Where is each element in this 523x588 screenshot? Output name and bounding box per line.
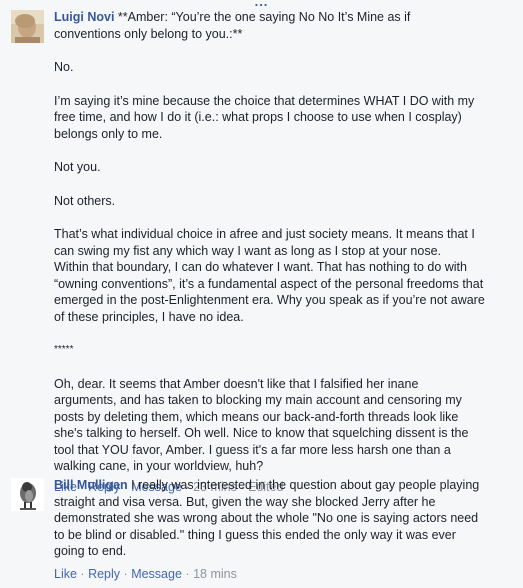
comment-paragraph: Oh, dear. It seems that Amber doesn't li…: [54, 376, 469, 474]
comment-paragraph: I’m saying it’s mine because the choice …: [54, 93, 475, 141]
avatar[interactable]: [11, 478, 44, 511]
comment-body: Bill Mulligan I really was interested in…: [54, 478, 506, 582]
comment-body: Luigi Novi **Amber: “You’re the one sayi…: [54, 10, 506, 495]
comment-timestamp[interactable]: 18 mins: [193, 567, 237, 581]
reply-link[interactable]: Reply: [88, 567, 120, 581]
comment-separator: *****: [54, 344, 74, 355]
comment-text-line: demonstrated she was wrong about the who…: [54, 511, 479, 525]
more-replies-indicator[interactable]: ...: [0, 0, 523, 9]
comment-text-line: straight and visa versa. But, given the …: [54, 494, 436, 509]
comment-author[interactable]: Bill Mulligan: [54, 478, 128, 492]
comment-author[interactable]: Luigi Novi: [54, 10, 114, 24]
comment-paragraph: Not you.: [54, 160, 101, 174]
comment-quote-line: conventions only belong to you.:**: [54, 26, 243, 41]
comment-actions: Like · Reply · Message · 18 mins: [54, 566, 237, 581]
comment-quote-line: **Amber: “You’re the one saying No No It…: [114, 10, 411, 24]
comment-paragraph: That’s what individual choice in afree a…: [54, 227, 485, 324]
comment-text-line: to be blind or disabled." thing I guess …: [54, 527, 456, 542]
like-link[interactable]: Like: [54, 567, 77, 581]
comment-paragraph: No.: [54, 60, 74, 74]
message-link[interactable]: Message: [131, 567, 182, 581]
comment-text-line: going to end.: [54, 544, 127, 558]
avatar[interactable]: [11, 10, 44, 43]
comment-paragraph: Not others.: [54, 193, 116, 208]
comment-text-line: I really was interested in the question …: [127, 478, 480, 492]
